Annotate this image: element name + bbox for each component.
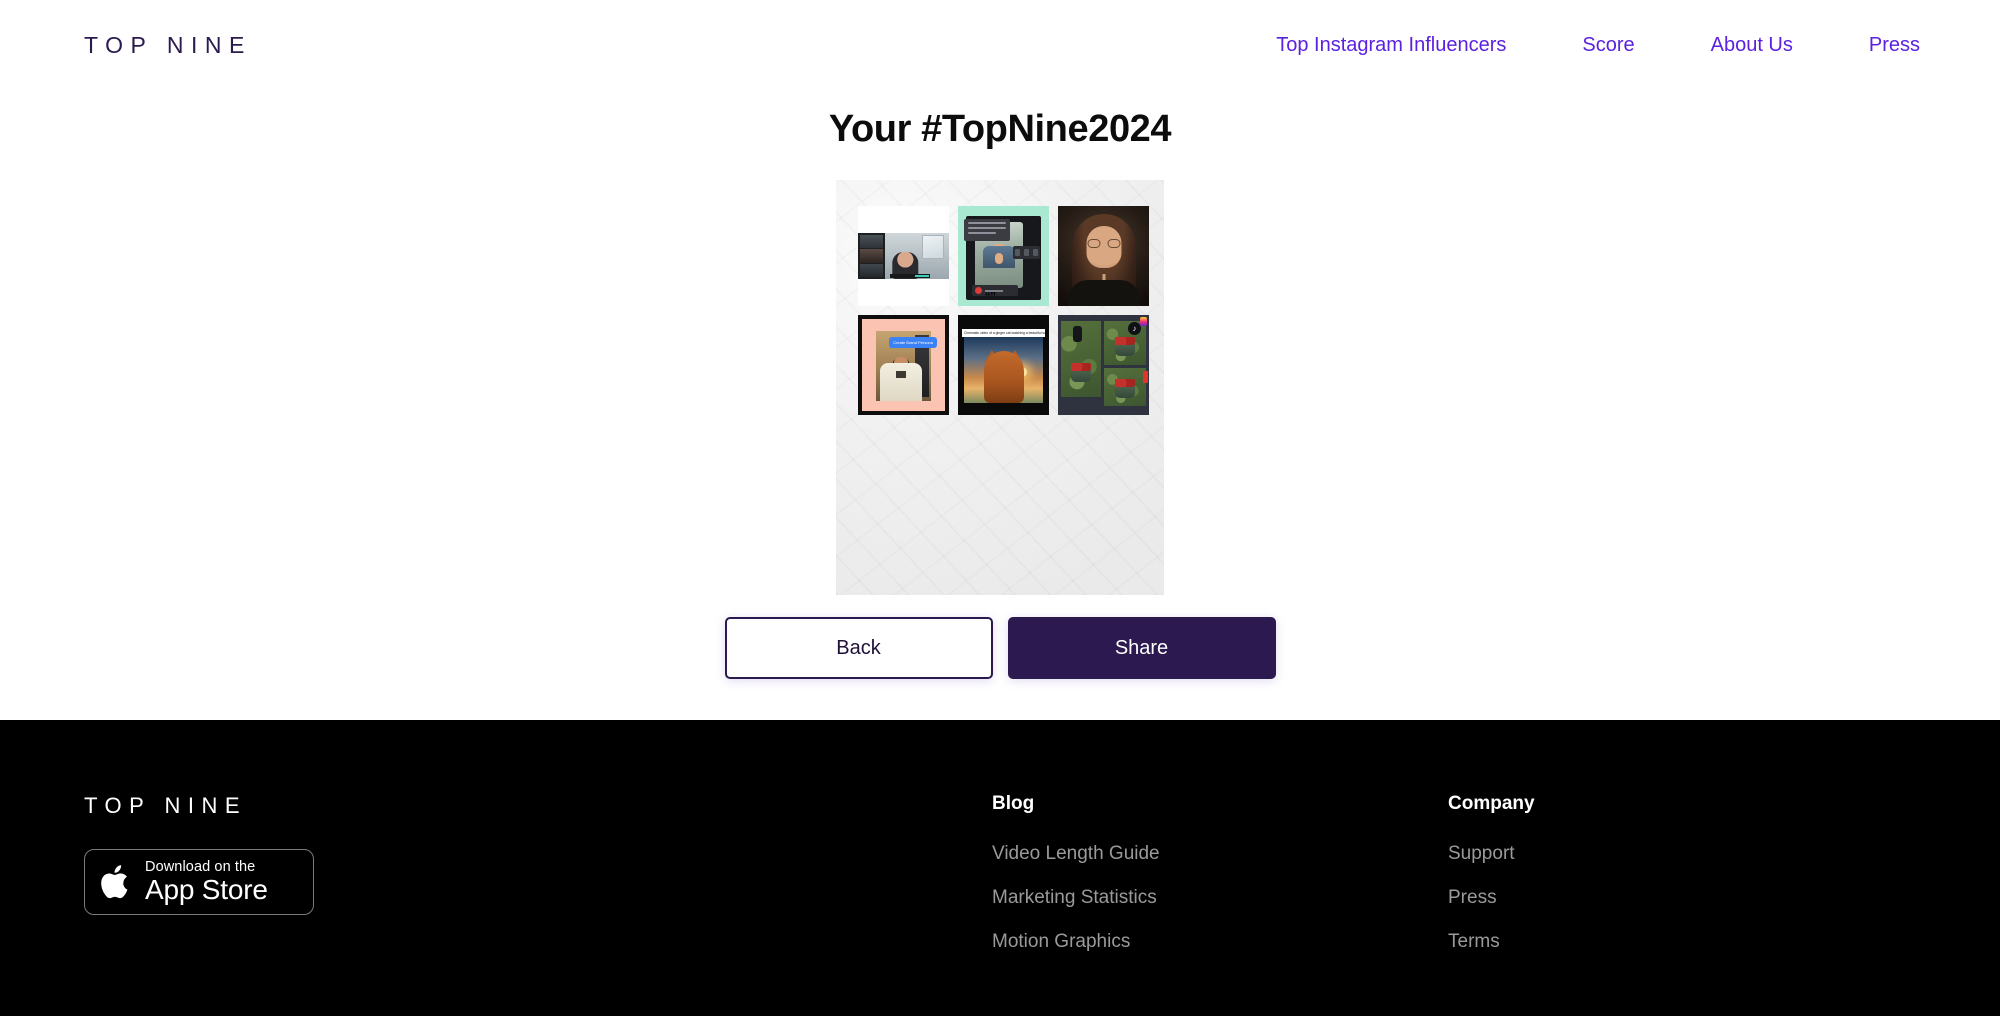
site-logo[interactable]: TOP NINE <box>84 32 252 59</box>
tiktok-side-panel-bottom <box>1104 368 1146 406</box>
app-store-small-text: Download on the <box>145 858 256 875</box>
footer-link-terms[interactable]: Terms <box>1448 931 1904 953</box>
red-accent <box>1143 371 1148 383</box>
footer-brand-column: TOP NINE Download on the App Store <box>84 793 992 975</box>
collage-grid: Create Brand Persona Cinematic video of … <box>858 206 1149 415</box>
peach-frame: Create Brand Persona <box>862 319 945 411</box>
footer-logo: TOP NINE <box>84 793 248 818</box>
instagram-icon <box>1140 317 1147 326</box>
nav-item-score[interactable]: Score <box>1582 34 1634 57</box>
footer-link-marketing-statistics[interactable]: Marketing Statistics <box>992 887 1448 909</box>
collage-tile-2[interactable] <box>958 206 1049 306</box>
nav-item-about-us[interactable]: About Us <box>1711 34 1793 57</box>
collage-tile-3[interactable] <box>1058 206 1149 306</box>
nav-item-top-instagram-influencers[interactable]: Top Instagram Influencers <box>1276 34 1506 57</box>
app-store-large-text: App Store <box>145 873 268 905</box>
site-header: TOP NINE Top Instagram Influencers Score… <box>0 0 2000 90</box>
primary-nav: Top Instagram Influencers Score About Us… <box>1276 34 1920 57</box>
eyeglasses-icon <box>1087 239 1120 248</box>
apples-shape <box>1115 379 1135 388</box>
collage-tile-1[interactable] <box>858 206 949 306</box>
app-store-text: Download on the App Store <box>145 858 268 905</box>
site-footer: TOP NINE Download on the App Store Blog … <box>0 720 2000 1016</box>
footer-link-press[interactable]: Press <box>1448 887 1904 909</box>
main-content: Your #TopNine2024 Create Brand Persona C… <box>0 90 2000 679</box>
cat-silhouette <box>983 351 1024 403</box>
back-button[interactable]: Back <box>724 617 993 679</box>
collage-wrapper: Create Brand Persona Cinematic video of … <box>0 180 2000 595</box>
apples-shape <box>1071 362 1091 371</box>
share-button[interactable]: Share <box>1007 617 1276 679</box>
footer-heading-blog: Blog <box>992 793 1035 814</box>
collage-tile-6[interactable]: ♪ <box>1058 315 1149 415</box>
footer-heading-company: Company <box>1448 793 1535 814</box>
participant-tiles <box>860 235 883 277</box>
footer-link-video-length-guide[interactable]: Video Length Guide <box>992 843 1448 865</box>
collage-tile-4[interactable]: Create Brand Persona <box>858 315 949 415</box>
apple-icon <box>101 865 128 899</box>
teleprompter-panel <box>964 219 1010 241</box>
footer-column-blog: Blog Video Length Guide Marketing Statis… <box>992 793 1448 975</box>
collage-tile-5[interactable]: Cinematic video of a ginger cat watching… <box>958 315 1049 415</box>
apples-shape <box>1115 337 1135 346</box>
action-buttons: Back Share <box>0 617 2000 679</box>
tiktok-main-panel <box>1061 321 1101 397</box>
window-shape <box>922 235 944 259</box>
app-store-badge[interactable]: Download on the App Store <box>84 849 314 915</box>
create-brand-persona-button[interactable]: Create Brand Persona <box>889 337 937 348</box>
footer-link-support[interactable]: Support <box>1448 843 1904 865</box>
subject-hand <box>995 253 1003 264</box>
nav-item-press[interactable]: Press <box>1869 34 1920 57</box>
footer-link-motion-graphics[interactable]: Motion Graphics <box>992 931 1448 953</box>
video-caption-text: Cinematic video of a ginger cat watching… <box>964 331 1045 335</box>
caption-bar <box>890 274 930 278</box>
portrait-body <box>1067 280 1140 306</box>
record-bar <box>972 285 1018 296</box>
tool-bar <box>1013 246 1040 259</box>
page-title: Your #TopNine2024 <box>828 108 1172 150</box>
footer-column-company: Company Support Press Terms <box>1448 793 1904 975</box>
subject-shirt <box>880 363 923 401</box>
footer-inner: TOP NINE Download on the App Store Blog … <box>0 793 2000 975</box>
video-caption-bar: Cinematic video of a ginger cat watching… <box>962 329 1045 337</box>
topnine-collage[interactable]: Create Brand Persona Cinematic video of … <box>836 180 1164 595</box>
boot-shape <box>1073 325 1082 342</box>
page-root: TOP NINE Top Instagram Influencers Score… <box>0 0 2000 1016</box>
